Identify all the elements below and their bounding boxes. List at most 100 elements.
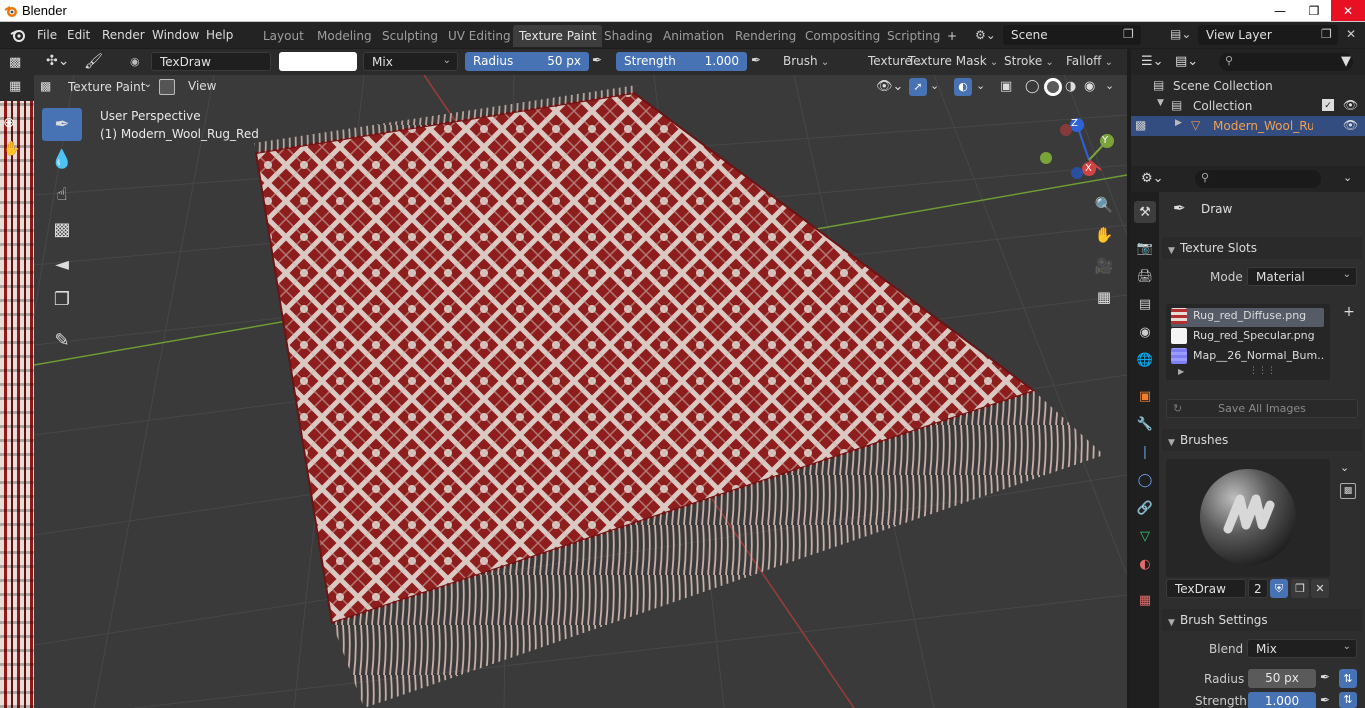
- chevron-down-icon[interactable]: ⌄: [930, 79, 939, 92]
- editor-type-icon[interactable]: ✣⌄: [46, 53, 69, 69]
- tab-uv-editing[interactable]: UV Editing: [442, 25, 517, 47]
- texture-mode-select[interactable]: Material ⌄: [1247, 267, 1357, 286]
- pan-hand-icon[interactable]: ✋: [3, 141, 20, 157]
- filter-icon[interactable]: ▼: [1341, 54, 1351, 69]
- brushes-panel-header[interactable]: ▼ Brushes: [1162, 429, 1362, 451]
- menu-file[interactable]: File: [30, 26, 64, 44]
- expand-arrow-icon[interactable]: ▼: [1157, 98, 1164, 108]
- texture-slot-item[interactable]: Rug_red_Specular.png: [1171, 328, 1324, 347]
- texture-slot-item[interactable]: Rug_red_Diffuse.png: [1171, 308, 1324, 327]
- 3d-viewport[interactable]: Z Y X ▩ Texture Paint ⌄ View 👁⌄ ➚ ⌄ ◐ ⌄ …: [34, 75, 1127, 708]
- expand-arrow-icon[interactable]: ▶: [1175, 118, 1182, 128]
- tab-texture-paint[interactable]: Texture Paint: [513, 25, 603, 47]
- perspective-toggle-icon[interactable]: ▦: [1092, 285, 1116, 309]
- tab-output-icon[interactable]: 🖨: [1134, 265, 1156, 287]
- minimize-icon[interactable]: —: [1263, 0, 1297, 21]
- xray-icon[interactable]: ▣: [1000, 79, 1012, 94]
- tab-scene-icon[interactable]: ◉: [1134, 321, 1156, 343]
- visibility-icon[interactable]: 👁⌄: [876, 79, 903, 94]
- brush-blend-select[interactable]: Mix ⌄: [1247, 639, 1357, 658]
- view-menu[interactable]: View: [188, 79, 216, 93]
- strength-pressure-icon[interactable]: ✒: [1320, 693, 1330, 707]
- brush-dropdown[interactable]: Brush: [777, 52, 835, 71]
- properties-editor-type-icon[interactable]: ⚙⌄: [1141, 171, 1164, 186]
- camera-view-icon[interactable]: 🎥: [1092, 254, 1116, 278]
- tab-rendering[interactable]: Rendering: [729, 25, 802, 47]
- brush-strength-field[interactable]: 1.000: [1248, 692, 1316, 708]
- brush-name-field[interactable]: TexDraw: [151, 52, 271, 71]
- tab-scripting[interactable]: Scripting: [881, 25, 946, 47]
- list-resize-handle-icon[interactable]: ⋮⋮⋮: [1249, 366, 1276, 376]
- image-editor-icon[interactable]: ▩: [9, 55, 21, 70]
- radius-unit-toggle-icon[interactable]: ⇅: [1339, 669, 1357, 688]
- scene-name-field[interactable]: Scene: [1003, 25, 1141, 45]
- texture-slot-item[interactable]: Map__26_Normal_Bum...: [1171, 348, 1324, 367]
- tab-texture-icon[interactable]: ▦: [1134, 589, 1156, 611]
- brush-color-swatch[interactable]: [279, 52, 357, 71]
- new-scene-icon[interactable]: ❐: [1123, 27, 1134, 41]
- menu-edit[interactable]: Edit: [60, 26, 97, 44]
- tab-physics-icon[interactable]: ◯: [1134, 469, 1156, 491]
- texture-slots-panel-header[interactable]: ▼ Texture Slots: [1162, 237, 1362, 259]
- draw-tool-button[interactable]: ✒: [42, 108, 82, 141]
- active-tool-brush-icon[interactable]: 🖌: [84, 52, 103, 70]
- tab-shading[interactable]: Shading: [598, 25, 659, 47]
- image-editor-menu-icon[interactable]: ▦: [9, 79, 21, 94]
- texture-mask-dropdown[interactable]: Texture Mask: [902, 52, 1004, 71]
- soften-tool-button[interactable]: 💧: [42, 143, 82, 176]
- close-icon[interactable]: ✕: [1331, 0, 1365, 21]
- tab-data-icon[interactable]: ▽: [1134, 525, 1156, 547]
- radius-pressure-icon[interactable]: ✒: [1320, 670, 1330, 684]
- add-texture-slot-icon[interactable]: +: [1340, 303, 1358, 321]
- tab-material-icon[interactable]: ◐: [1134, 553, 1156, 575]
- annotate-tool-button[interactable]: ✎: [42, 324, 82, 357]
- outliner-search-input[interactable]: ⚲: [1219, 53, 1353, 71]
- tab-render-icon[interactable]: 📷: [1134, 237, 1156, 259]
- smear-tool-button[interactable]: ☝: [42, 178, 82, 211]
- clone-tool-button[interactable]: ▩: [42, 213, 82, 246]
- tab-compositing[interactable]: Compositing: [799, 25, 886, 47]
- falloff-dropdown[interactable]: Falloff: [1060, 52, 1119, 71]
- properties-search-input[interactable]: ⚲: [1195, 170, 1321, 188]
- fake-user-shield-icon[interactable]: ⛨: [1270, 579, 1288, 598]
- add-workspace-icon[interactable]: +: [941, 25, 963, 47]
- brush-image-icon[interactable]: ▩: [1340, 483, 1356, 499]
- brush-browse-icon[interactable]: ◉: [130, 55, 140, 68]
- eye-icon[interactable]: 👁: [1343, 98, 1358, 112]
- eye-icon[interactable]: 👁: [1343, 118, 1358, 132]
- tab-modeling[interactable]: Modeling: [311, 25, 378, 47]
- paint-mask-toggle[interactable]: [159, 79, 175, 95]
- brush-settings-panel-header[interactable]: ▼ Brush Settings: [1162, 609, 1362, 631]
- material-preview-icon[interactable]: ◑: [1065, 79, 1076, 94]
- tab-world-icon[interactable]: 🌐: [1134, 349, 1156, 371]
- blend-mode-select[interactable]: Mix ⌄: [363, 52, 458, 71]
- outliner-row-rug-object[interactable]: ▩ ▶ ▽ Modern_Wool_Rug_R 👁: [1131, 116, 1365, 136]
- radius-slider[interactable]: Radius 50 px: [465, 52, 589, 71]
- strength-unified-toggle-icon[interactable]: ⇅: [1339, 692, 1357, 708]
- outliner-row-collection[interactable]: ▼ ▤ Collection ✓ 👁: [1131, 96, 1365, 116]
- menu-render[interactable]: Render: [95, 26, 152, 44]
- tab-layout[interactable]: Layout: [257, 25, 310, 47]
- zoom-icon[interactable]: ⊕: [3, 115, 15, 131]
- chevron-down-icon[interactable]: ⌄: [1343, 171, 1352, 184]
- mode-icon[interactable]: ▩: [40, 79, 51, 93]
- tab-object-icon[interactable]: ▣: [1134, 385, 1156, 407]
- zoom-view-icon[interactable]: 🔍: [1092, 193, 1116, 217]
- exclude-checkbox[interactable]: ✓: [1322, 99, 1334, 111]
- radius-pressure-icon[interactable]: ✒: [592, 53, 602, 67]
- remove-view-layer-icon[interactable]: ✕: [1346, 27, 1356, 41]
- view-layer-browse-icon[interactable]: ▤⌄: [1170, 27, 1191, 41]
- scene-browse-icon[interactable]: ⚙⌄: [975, 28, 996, 42]
- fill-tool-button[interactable]: ◄: [42, 248, 82, 281]
- mode-select[interactable]: Texture Paint ⌄: [62, 78, 154, 96]
- brush-datablock-name-field[interactable]: TexDraw: [1166, 579, 1246, 598]
- chevron-down-icon[interactable]: ⌄: [976, 79, 985, 92]
- menu-help[interactable]: Help: [199, 26, 240, 44]
- menu-window[interactable]: Window: [145, 26, 206, 44]
- tab-modifiers-wrench-icon[interactable]: 🔧: [1134, 413, 1156, 435]
- wireframe-shading-icon[interactable]: ◯: [1025, 79, 1040, 94]
- brush-radius-field[interactable]: 50 px: [1248, 669, 1316, 688]
- tab-particles-icon[interactable]: ❘: [1134, 441, 1156, 463]
- pan-view-hand-icon[interactable]: ✋: [1092, 223, 1116, 247]
- tab-animation[interactable]: Animation: [657, 25, 730, 47]
